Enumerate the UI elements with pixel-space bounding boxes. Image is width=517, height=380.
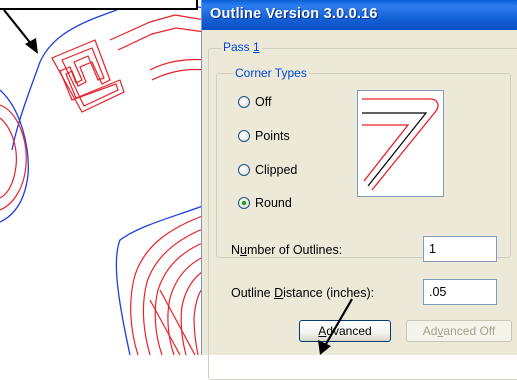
radio-off-circle[interactable] [238, 96, 250, 108]
window-title: Outline Version 3.0.0.16 [210, 6, 378, 22]
adv-post: dvanced [326, 324, 372, 338]
outline-distance-input[interactable] [423, 279, 497, 305]
pass-legend-number: 1 [253, 40, 260, 54]
advoff-pre: Ad [422, 324, 438, 338]
pass-group-legend: Pass 1 [221, 40, 262, 54]
red-top-outline-3 [149, 58, 205, 71]
red-letter-d-inner [0, 117, 17, 199]
radio-clipped[interactable]: Clipped [238, 161, 297, 179]
red-lower-arc-2 [142, 227, 205, 355]
preview-red-inner [362, 124, 410, 182]
red-top-outline-2 [117, 27, 205, 51]
red-lower-arc-1 [130, 214, 205, 355]
radio-round-label: Round [255, 196, 292, 210]
nol-pre: N [231, 243, 241, 257]
red-top-outline-4 [151, 68, 205, 81]
corner-preview-graphic [362, 98, 439, 191]
advanced-off-button[interactable]: Ad v anced Off [406, 320, 512, 342]
radio-clipped-label: Clipped [255, 163, 298, 177]
radio-off-label: Off [255, 95, 272, 109]
corner-preview [357, 90, 444, 197]
radio-points[interactable]: Points [238, 127, 290, 145]
dialog-client-area: Pass 1 Corner Types Off Points Clipped R… [202, 30, 517, 380]
od-post: istance (inches): [283, 286, 375, 300]
outline-distance-label: Outline Distance (inches): [231, 286, 374, 300]
callout-box [0, 0, 198, 10]
pass-legend-prefix: Pass [223, 40, 254, 54]
radio-round-circle[interactable] [238, 197, 250, 209]
radio-round[interactable]: Round [238, 194, 292, 212]
number-of-outlines-input[interactable] [423, 236, 497, 262]
radio-clipped-circle[interactable] [238, 164, 250, 176]
red-top-outline-1 [109, 14, 205, 41]
red-lower-diagonal [149, 289, 196, 355]
red-letter-d-outer [0, 104, 27, 211]
outline-dialog: Outline Version 3.0.0.16 Pass 1 Corner T… [201, 0, 517, 380]
radio-points-label: Points [255, 129, 290, 143]
red-letter-e-outer [51, 39, 125, 113]
radio-off[interactable]: Off [238, 93, 271, 111]
title-bar[interactable]: Outline Version 3.0.0.16 [202, 0, 517, 30]
nol-u: u [240, 243, 247, 257]
adv-u: A [318, 324, 327, 338]
number-of-outlines-label: Number of Outlines: [231, 243, 342, 257]
corner-types-legend: Corner Types [233, 66, 309, 80]
od-u: D [274, 286, 284, 300]
blue-outline-path-lower [115, 204, 205, 355]
outline-artwork [0, 1, 205, 355]
od-pre: Outline [231, 286, 275, 300]
preview-black-line [362, 112, 428, 187]
radio-points-circle[interactable] [238, 130, 250, 142]
advoff-post: anced Off [443, 324, 496, 338]
nol-post: mber of Outlines: [246, 243, 343, 257]
advanced-button[interactable]: Advanced [299, 320, 391, 342]
drawing-canvas[interactable] [0, 0, 205, 355]
blue-left-arc [0, 89, 29, 223]
